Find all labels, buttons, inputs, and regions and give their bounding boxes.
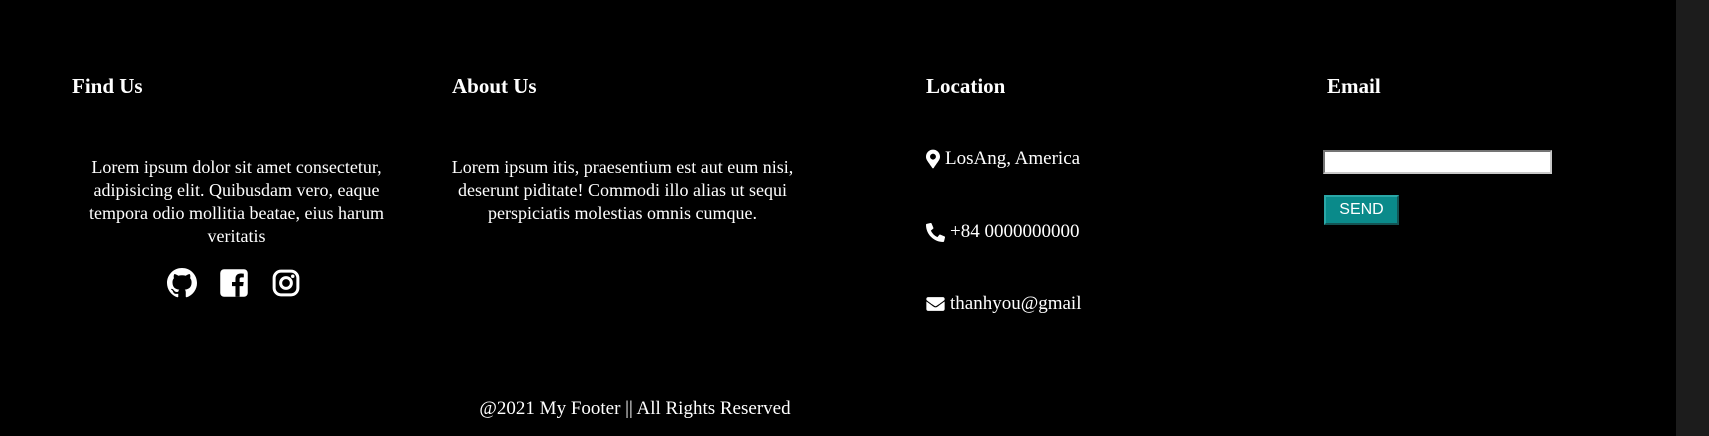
instagram-icon[interactable]	[271, 268, 301, 298]
location-email: thanhyou@gmail	[926, 293, 1081, 315]
social-links	[167, 268, 301, 298]
envelope-icon	[926, 296, 945, 312]
email-input[interactable]	[1323, 150, 1552, 174]
copyright-text: @2021 My Footer || All Rights Reserved	[479, 398, 791, 419]
scrollbar-track[interactable]	[1676, 0, 1709, 436]
location-address-text: LosAng, America	[945, 148, 1081, 169]
email-title: Email	[1327, 74, 1381, 98]
find-us-title: Find Us	[72, 74, 143, 98]
phone-icon	[926, 222, 945, 242]
about-us-text: Lorem ipsum itis, praesentium est aut eu…	[451, 157, 794, 223]
find-us-text: Lorem ipsum dolor sit amet consectetur, …	[89, 157, 384, 246]
location-address: LosAng, America	[926, 148, 1080, 170]
location-phone-text: +84 0000000000	[950, 221, 1080, 242]
about-us-title: About Us	[452, 74, 537, 98]
location-title: Location	[926, 74, 1006, 98]
map-marker-icon	[926, 149, 940, 169]
github-icon[interactable]	[167, 268, 197, 298]
facebook-icon[interactable]	[219, 268, 249, 298]
send-button[interactable]: SEND	[1324, 195, 1399, 225]
location-email-text: thanhyou@gmail	[950, 293, 1082, 314]
location-phone: +84 0000000000	[926, 221, 1079, 243]
footer: Find Us Lorem ipsum dolor sit amet conse…	[0, 0, 1676, 436]
